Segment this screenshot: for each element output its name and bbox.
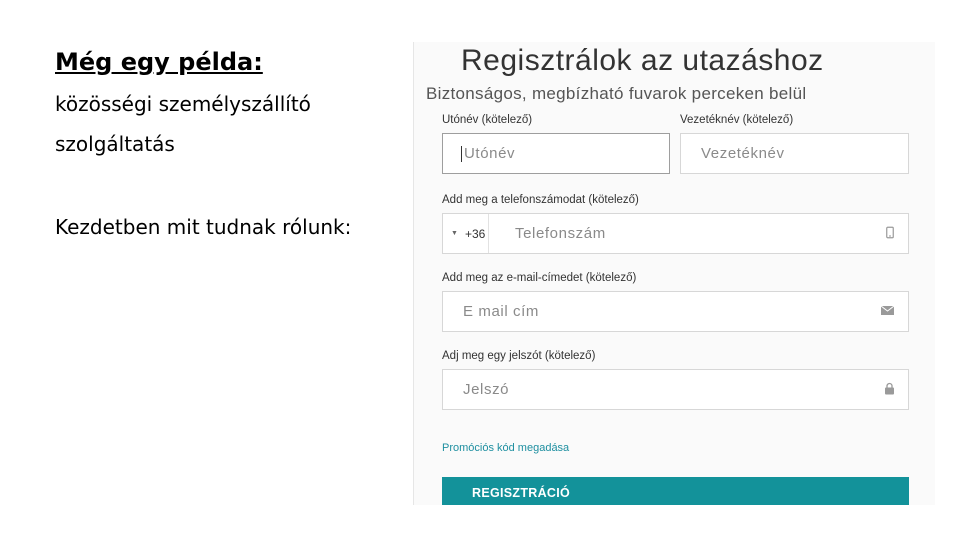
text-cursor — [461, 145, 462, 162]
last-name-placeholder: Vezetéknév — [701, 145, 785, 162]
chevron-down-icon: ▼ — [451, 230, 458, 237]
form-subtitle: Biztonságos, megbízható fuvarok perceken… — [426, 84, 807, 103]
last-name-field[interactable]: Vezetéknév — [680, 133, 909, 174]
slide-text-line-3: Kezdetben mit tudnak rólunk: — [55, 215, 352, 239]
lock-icon — [885, 382, 894, 397]
first-name-field[interactable]: Utónév — [442, 133, 670, 174]
password-field[interactable]: Jelszó — [442, 369, 909, 410]
last-name-label: Vezetéknév (kötelező) — [680, 114, 794, 126]
country-code: +36 — [464, 226, 486, 241]
registration-form-screenshot: Regisztrálok az utazáshoz Biztonságos, m… — [413, 42, 935, 505]
envelope-icon — [880, 305, 895, 318]
phone-label: Add meg a telefonszámodat (kötelező) — [442, 194, 639, 206]
slide-text-line-1: közösségi személyszállító — [55, 92, 311, 116]
email-field[interactable]: E mail cím — [442, 291, 909, 332]
password-placeholder: Jelszó — [463, 381, 510, 398]
first-name-label: Utónév (kötelező) — [442, 114, 533, 126]
phone-icon — [886, 226, 894, 241]
password-label: Adj meg egy jelszót (kötelező) — [442, 350, 596, 362]
register-button[interactable]: REGISZTRÁCIÓ — [442, 477, 909, 505]
email-label: Add meg az e-mail-címedet (kötelező) — [442, 272, 637, 284]
country-code-select[interactable]: ▼ +36 — [443, 214, 489, 253]
slide-text-line-2: szolgáltatás — [55, 132, 175, 156]
slide-heading: Még egy példa: — [55, 48, 263, 76]
form-title: Regisztrálok az utazáshoz — [461, 44, 824, 77]
phone-placeholder: Telefonszám — [515, 225, 606, 242]
first-name-placeholder: Utónév — [464, 145, 516, 162]
email-placeholder: E mail cím — [463, 303, 540, 320]
phone-field[interactable]: ▼ +36 Telefonszám — [442, 213, 909, 254]
promo-code-link[interactable]: Promóciós kód megadása — [442, 442, 569, 454]
